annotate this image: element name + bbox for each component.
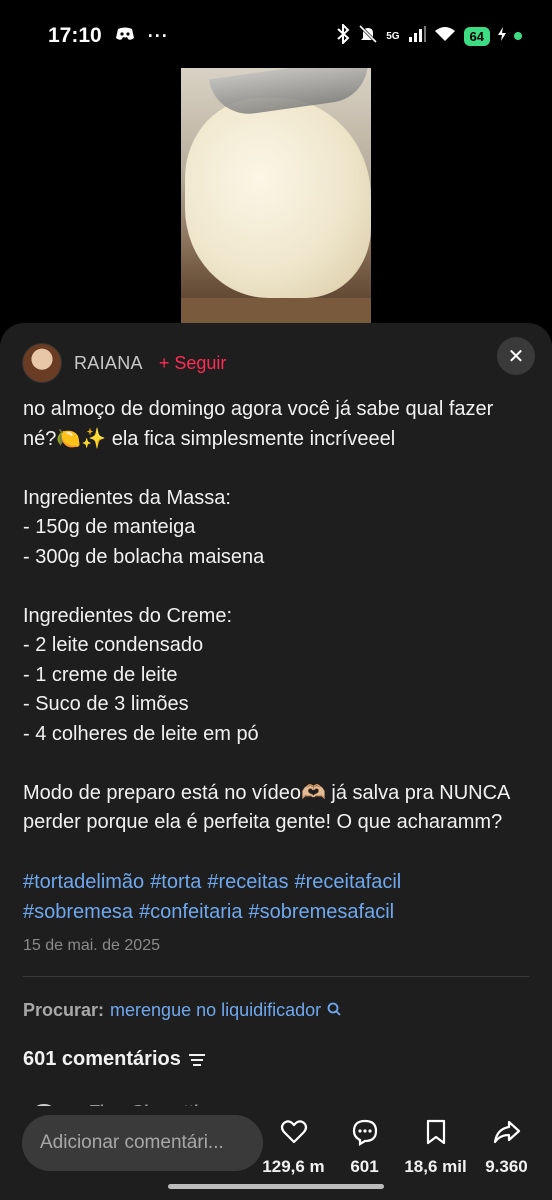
- video-cream: [185, 98, 371, 298]
- save-count: 18,6 mil: [404, 1157, 467, 1176]
- share-count: 9.360: [485, 1157, 528, 1176]
- hashtag[interactable]: #tortadelimão: [23, 871, 144, 893]
- post-date: 15 de mai. de 2025: [23, 937, 160, 954]
- comments-header[interactable]: 601 comentários: [23, 1048, 205, 1071]
- author-row: RAIANA + Seguir: [22, 343, 226, 383]
- share-arrow-icon: [493, 1118, 521, 1151]
- comment-count: 601: [350, 1157, 379, 1176]
- save-button[interactable]: 18,6 mil: [400, 1118, 471, 1177]
- post-caption: no almoço de domingo agora você já sabe …: [23, 398, 510, 833]
- home-indicator[interactable]: [168, 1184, 384, 1189]
- more-notifications-icon: ···: [147, 25, 169, 46]
- video-thumbnail[interactable]: [181, 68, 371, 330]
- author-avatar[interactable]: [22, 343, 62, 383]
- heart-icon: [280, 1118, 308, 1151]
- wifi-icon: [434, 25, 456, 47]
- like-button[interactable]: 129,6 m: [258, 1118, 329, 1177]
- bookmark-icon: [422, 1118, 450, 1151]
- comment-button[interactable]: 601: [329, 1118, 400, 1177]
- mute-bell-icon: [358, 24, 378, 48]
- bluetooth-icon: [336, 22, 350, 48]
- share-button[interactable]: 9.360: [471, 1118, 542, 1177]
- comments-count: 601 comentários: [23, 1048, 181, 1070]
- search-suggestion[interactable]: Procurar: merengue no liquidificador: [23, 1000, 341, 1021]
- hashtag[interactable]: #sobremesa: [23, 901, 133, 923]
- description-sheet: RAIANA + Seguir ✕ no almoço de domingo a…: [0, 323, 552, 1200]
- battery-level: 64: [463, 26, 490, 46]
- hashtag-list: #tortadelimão #torta #receitas #receitafaci…: [23, 868, 523, 927]
- hashtag[interactable]: #receitas: [207, 871, 288, 893]
- discord-icon: [114, 24, 136, 48]
- divider: [23, 976, 529, 977]
- close-button[interactable]: ✕: [497, 337, 535, 375]
- status-time: 17:10: [48, 24, 102, 47]
- search-label: Procurar:: [23, 1000, 105, 1020]
- hashtag[interactable]: #sobremesafacil: [248, 901, 394, 923]
- follow-button[interactable]: + Seguir: [159, 353, 227, 374]
- search-term[interactable]: merengue no liquidificador: [110, 1000, 321, 1021]
- comment-input[interactable]: Adicionar comentári...: [22, 1115, 263, 1171]
- signal-icon: [408, 25, 426, 47]
- author-name[interactable]: RAIANA: [74, 353, 143, 374]
- like-count: 129,6 m: [262, 1157, 325, 1176]
- close-icon: ✕: [507, 345, 525, 368]
- sort-icon[interactable]: [188, 1053, 205, 1066]
- search-icon: [327, 1002, 341, 1019]
- comment-bubble-icon: [351, 1118, 379, 1151]
- privacy-indicator: [514, 32, 522, 40]
- hashtag[interactable]: #torta: [150, 871, 201, 893]
- hashtag[interactable]: #confeitaria: [139, 901, 242, 923]
- charging-icon: [498, 27, 506, 45]
- hashtag[interactable]: #receitafacil: [295, 871, 402, 893]
- status-bar: 17:10 ··· 5G 64: [0, 0, 552, 72]
- network-type: 5G: [386, 30, 400, 42]
- status-right: 5G 64: [336, 22, 522, 48]
- bottom-bar: Adicionar comentári... 129,6 m 601 18,6 …: [0, 1106, 552, 1200]
- action-buttons: 129,6 m 601 18,6 mil 9.360: [258, 1118, 542, 1177]
- status-left: 17:10 ···: [48, 24, 169, 48]
